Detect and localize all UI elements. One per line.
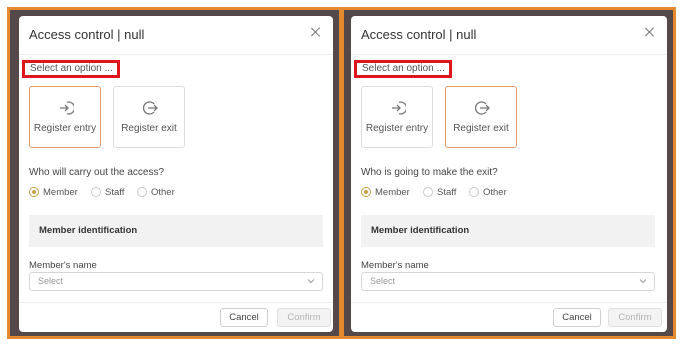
dialog-header: Access control | null	[351, 16, 667, 55]
chevron-down-icon	[307, 279, 315, 284]
member-name-label: Member's name	[361, 260, 429, 271]
close-icon[interactable]	[643, 25, 657, 39]
radio-label: Member	[43, 187, 78, 198]
close-icon[interactable]	[309, 25, 323, 39]
dialog-header: Access control | null	[19, 16, 333, 55]
member-name-select[interactable]: Select	[361, 272, 655, 291]
register-exit-option[interactable]: Register exit	[445, 86, 517, 148]
radio-dot	[91, 187, 101, 197]
register-exit-label: Register exit	[453, 123, 509, 134]
dialog-title: Access control | null	[361, 27, 477, 42]
dialog-footer-divider	[351, 302, 667, 303]
radio-dot	[469, 187, 479, 197]
confirm-button[interactable]: Confirm	[277, 308, 331, 327]
radio-label: Staff	[437, 187, 457, 198]
register-exit-option[interactable]: Register exit	[113, 86, 185, 148]
login-icon	[392, 101, 406, 115]
dialog-footer-divider	[19, 302, 333, 303]
radio-label: Staff	[105, 187, 125, 198]
section-title: Member identification	[39, 225, 138, 236]
register-entry-option[interactable]: Register entry	[29, 86, 101, 148]
access-question: Who will carry out the access?	[29, 167, 165, 178]
access-control-dialog: Access control | null Select an option .…	[351, 16, 667, 332]
radio-label: Member	[375, 187, 410, 198]
confirm-button[interactable]: Confirm	[608, 308, 662, 327]
register-entry-option[interactable]: Register entry	[361, 86, 433, 148]
member-identification-section: Member identification	[29, 215, 323, 247]
cancel-button[interactable]: Cancel	[553, 308, 601, 327]
logout-icon	[474, 101, 490, 115]
chevron-down-icon	[639, 279, 647, 284]
radio-dot	[29, 187, 39, 197]
member-name-select[interactable]: Select	[29, 272, 323, 291]
select-placeholder: Select	[370, 276, 396, 286]
radio-dot	[137, 187, 147, 197]
exit-question: Who is going to make the exit?	[361, 167, 498, 178]
dialog-title: Access control | null	[29, 27, 145, 42]
register-exit-label: Register exit	[121, 123, 177, 134]
register-entry-label: Register entry	[33, 123, 97, 134]
left-screenshot-panel: Access control | null Select an option .…	[7, 7, 342, 339]
access-control-dialog: Access control | null Select an option .…	[19, 16, 333, 332]
select-option-hint: Select an option ...	[354, 60, 452, 78]
cancel-button[interactable]: Cancel	[220, 308, 268, 327]
login-icon	[60, 101, 74, 115]
radio-dot	[361, 187, 371, 197]
register-entry-label: Register entry	[365, 123, 429, 134]
select-placeholder: Select	[38, 276, 64, 286]
select-option-hint: Select an option ...	[22, 60, 120, 78]
radio-label: Other	[483, 187, 507, 198]
right-screenshot-panel: Access control | null Select an option .…	[341, 7, 676, 339]
member-name-label: Member's name	[29, 260, 97, 271]
section-title: Member identification	[371, 225, 470, 236]
radio-label: Other	[151, 187, 175, 198]
radio-dot	[423, 187, 433, 197]
logout-icon	[142, 101, 158, 115]
member-identification-section: Member identification	[361, 215, 655, 247]
